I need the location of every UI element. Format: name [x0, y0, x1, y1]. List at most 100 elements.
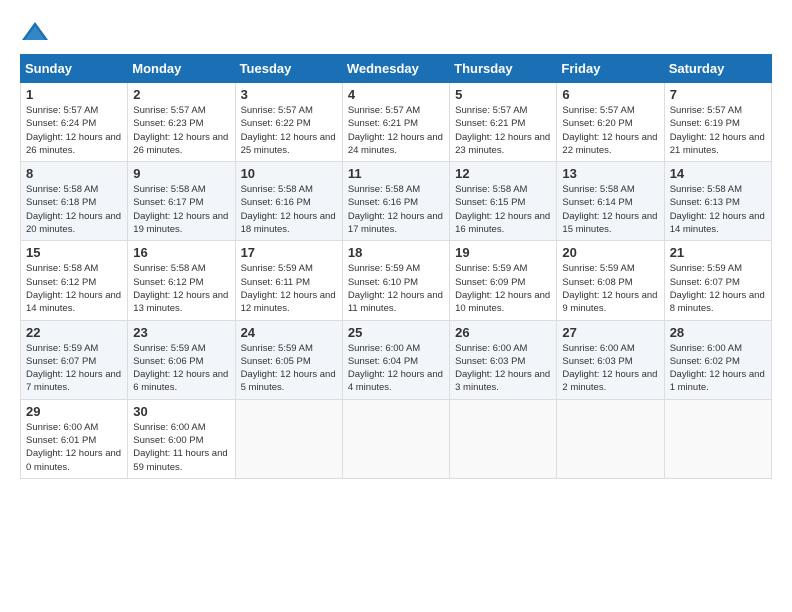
- day-detail: Sunrise: 5:59 AM Sunset: 6:06 PM Dayligh…: [133, 342, 229, 395]
- day-detail: Sunrise: 6:00 AM Sunset: 6:01 PM Dayligh…: [26, 421, 122, 474]
- day-number: 15: [26, 245, 122, 260]
- weekday-header-wednesday: Wednesday: [342, 55, 449, 83]
- calendar-cell: 14 Sunrise: 5:58 AM Sunset: 6:13 PM Dayl…: [664, 162, 771, 241]
- calendar-cell: 9 Sunrise: 5:58 AM Sunset: 6:17 PM Dayli…: [128, 162, 235, 241]
- calendar-cell: 24 Sunrise: 5:59 AM Sunset: 6:05 PM Dayl…: [235, 320, 342, 399]
- weekday-header-friday: Friday: [557, 55, 664, 83]
- calendar-week-row: 15 Sunrise: 5:58 AM Sunset: 6:12 PM Dayl…: [21, 241, 772, 320]
- day-number: 20: [562, 245, 658, 260]
- calendar-cell: 4 Sunrise: 5:57 AM Sunset: 6:21 PM Dayli…: [342, 83, 449, 162]
- day-number: 13: [562, 166, 658, 181]
- weekday-header-monday: Monday: [128, 55, 235, 83]
- calendar-cell: 8 Sunrise: 5:58 AM Sunset: 6:18 PM Dayli…: [21, 162, 128, 241]
- day-number: 9: [133, 166, 229, 181]
- calendar-cell: 3 Sunrise: 5:57 AM Sunset: 6:22 PM Dayli…: [235, 83, 342, 162]
- day-number: 11: [348, 166, 444, 181]
- day-detail: Sunrise: 5:58 AM Sunset: 6:16 PM Dayligh…: [241, 183, 337, 236]
- day-number: 10: [241, 166, 337, 181]
- calendar-cell: 30 Sunrise: 6:00 AM Sunset: 6:00 PM Dayl…: [128, 399, 235, 478]
- day-detail: Sunrise: 5:58 AM Sunset: 6:14 PM Dayligh…: [562, 183, 658, 236]
- weekday-header-tuesday: Tuesday: [235, 55, 342, 83]
- calendar-week-row: 22 Sunrise: 5:59 AM Sunset: 6:07 PM Dayl…: [21, 320, 772, 399]
- day-number: 21: [670, 245, 766, 260]
- day-number: 3: [241, 87, 337, 102]
- day-number: 24: [241, 325, 337, 340]
- day-number: 4: [348, 87, 444, 102]
- calendar-cell: 22 Sunrise: 5:59 AM Sunset: 6:07 PM Dayl…: [21, 320, 128, 399]
- day-number: 25: [348, 325, 444, 340]
- calendar-cell: 19 Sunrise: 5:59 AM Sunset: 6:09 PM Dayl…: [450, 241, 557, 320]
- weekday-header-sunday: Sunday: [21, 55, 128, 83]
- day-number: 1: [26, 87, 122, 102]
- day-detail: Sunrise: 5:57 AM Sunset: 6:23 PM Dayligh…: [133, 104, 229, 157]
- day-detail: Sunrise: 5:58 AM Sunset: 6:13 PM Dayligh…: [670, 183, 766, 236]
- day-number: 2: [133, 87, 229, 102]
- day-number: 22: [26, 325, 122, 340]
- calendar-cell: 25 Sunrise: 6:00 AM Sunset: 6:04 PM Dayl…: [342, 320, 449, 399]
- day-number: 27: [562, 325, 658, 340]
- day-number: 5: [455, 87, 551, 102]
- calendar-cell: [557, 399, 664, 478]
- calendar-cell: [664, 399, 771, 478]
- calendar-body: 1 Sunrise: 5:57 AM Sunset: 6:24 PM Dayli…: [21, 83, 772, 479]
- calendar-cell: [342, 399, 449, 478]
- calendar-cell: 5 Sunrise: 5:57 AM Sunset: 6:21 PM Dayli…: [450, 83, 557, 162]
- weekday-header-thursday: Thursday: [450, 55, 557, 83]
- day-detail: Sunrise: 6:00 AM Sunset: 6:03 PM Dayligh…: [455, 342, 551, 395]
- calendar-cell: 23 Sunrise: 5:59 AM Sunset: 6:06 PM Dayl…: [128, 320, 235, 399]
- calendar-cell: 6 Sunrise: 5:57 AM Sunset: 6:20 PM Dayli…: [557, 83, 664, 162]
- calendar-cell: 13 Sunrise: 5:58 AM Sunset: 6:14 PM Dayl…: [557, 162, 664, 241]
- calendar-cell: 12 Sunrise: 5:58 AM Sunset: 6:15 PM Dayl…: [450, 162, 557, 241]
- calendar-cell: [450, 399, 557, 478]
- weekday-header-saturday: Saturday: [664, 55, 771, 83]
- day-detail: Sunrise: 5:57 AM Sunset: 6:20 PM Dayligh…: [562, 104, 658, 157]
- calendar-week-row: 1 Sunrise: 5:57 AM Sunset: 6:24 PM Dayli…: [21, 83, 772, 162]
- calendar-cell: 21 Sunrise: 5:59 AM Sunset: 6:07 PM Dayl…: [664, 241, 771, 320]
- day-number: 16: [133, 245, 229, 260]
- day-detail: Sunrise: 5:59 AM Sunset: 6:08 PM Dayligh…: [562, 262, 658, 315]
- day-number: 17: [241, 245, 337, 260]
- day-detail: Sunrise: 5:58 AM Sunset: 6:12 PM Dayligh…: [133, 262, 229, 315]
- calendar-cell: 7 Sunrise: 5:57 AM Sunset: 6:19 PM Dayli…: [664, 83, 771, 162]
- day-number: 12: [455, 166, 551, 181]
- calendar-cell: 16 Sunrise: 5:58 AM Sunset: 6:12 PM Dayl…: [128, 241, 235, 320]
- day-detail: Sunrise: 5:58 AM Sunset: 6:15 PM Dayligh…: [455, 183, 551, 236]
- day-detail: Sunrise: 5:59 AM Sunset: 6:11 PM Dayligh…: [241, 262, 337, 315]
- day-detail: Sunrise: 5:57 AM Sunset: 6:21 PM Dayligh…: [455, 104, 551, 157]
- day-number: 28: [670, 325, 766, 340]
- calendar-cell: 29 Sunrise: 6:00 AM Sunset: 6:01 PM Dayl…: [21, 399, 128, 478]
- page-header: [20, 20, 772, 44]
- day-detail: Sunrise: 5:59 AM Sunset: 6:05 PM Dayligh…: [241, 342, 337, 395]
- day-number: 23: [133, 325, 229, 340]
- day-detail: Sunrise: 5:59 AM Sunset: 6:09 PM Dayligh…: [455, 262, 551, 315]
- day-detail: Sunrise: 5:59 AM Sunset: 6:07 PM Dayligh…: [670, 262, 766, 315]
- logo-icon: [20, 20, 50, 44]
- day-number: 6: [562, 87, 658, 102]
- day-number: 18: [348, 245, 444, 260]
- calendar-cell: 26 Sunrise: 6:00 AM Sunset: 6:03 PM Dayl…: [450, 320, 557, 399]
- day-detail: Sunrise: 6:00 AM Sunset: 6:03 PM Dayligh…: [562, 342, 658, 395]
- day-detail: Sunrise: 5:57 AM Sunset: 6:19 PM Dayligh…: [670, 104, 766, 157]
- day-detail: Sunrise: 5:58 AM Sunset: 6:18 PM Dayligh…: [26, 183, 122, 236]
- calendar-cell: 11 Sunrise: 5:58 AM Sunset: 6:16 PM Dayl…: [342, 162, 449, 241]
- calendar-cell: 1 Sunrise: 5:57 AM Sunset: 6:24 PM Dayli…: [21, 83, 128, 162]
- calendar-cell: 28 Sunrise: 6:00 AM Sunset: 6:02 PM Dayl…: [664, 320, 771, 399]
- calendar-cell: 15 Sunrise: 5:58 AM Sunset: 6:12 PM Dayl…: [21, 241, 128, 320]
- calendar-cell: 17 Sunrise: 5:59 AM Sunset: 6:11 PM Dayl…: [235, 241, 342, 320]
- calendar-week-row: 8 Sunrise: 5:58 AM Sunset: 6:18 PM Dayli…: [21, 162, 772, 241]
- calendar-cell: [235, 399, 342, 478]
- day-number: 7: [670, 87, 766, 102]
- calendar-header-row: SundayMondayTuesdayWednesdayThursdayFrid…: [21, 55, 772, 83]
- day-detail: Sunrise: 5:57 AM Sunset: 6:24 PM Dayligh…: [26, 104, 122, 157]
- calendar-table: SundayMondayTuesdayWednesdayThursdayFrid…: [20, 54, 772, 479]
- day-detail: Sunrise: 5:59 AM Sunset: 6:07 PM Dayligh…: [26, 342, 122, 395]
- day-detail: Sunrise: 5:57 AM Sunset: 6:22 PM Dayligh…: [241, 104, 337, 157]
- day-detail: Sunrise: 5:59 AM Sunset: 6:10 PM Dayligh…: [348, 262, 444, 315]
- calendar-cell: 27 Sunrise: 6:00 AM Sunset: 6:03 PM Dayl…: [557, 320, 664, 399]
- calendar-cell: 18 Sunrise: 5:59 AM Sunset: 6:10 PM Dayl…: [342, 241, 449, 320]
- day-detail: Sunrise: 6:00 AM Sunset: 6:04 PM Dayligh…: [348, 342, 444, 395]
- day-number: 19: [455, 245, 551, 260]
- day-number: 26: [455, 325, 551, 340]
- day-number: 29: [26, 404, 122, 419]
- day-number: 30: [133, 404, 229, 419]
